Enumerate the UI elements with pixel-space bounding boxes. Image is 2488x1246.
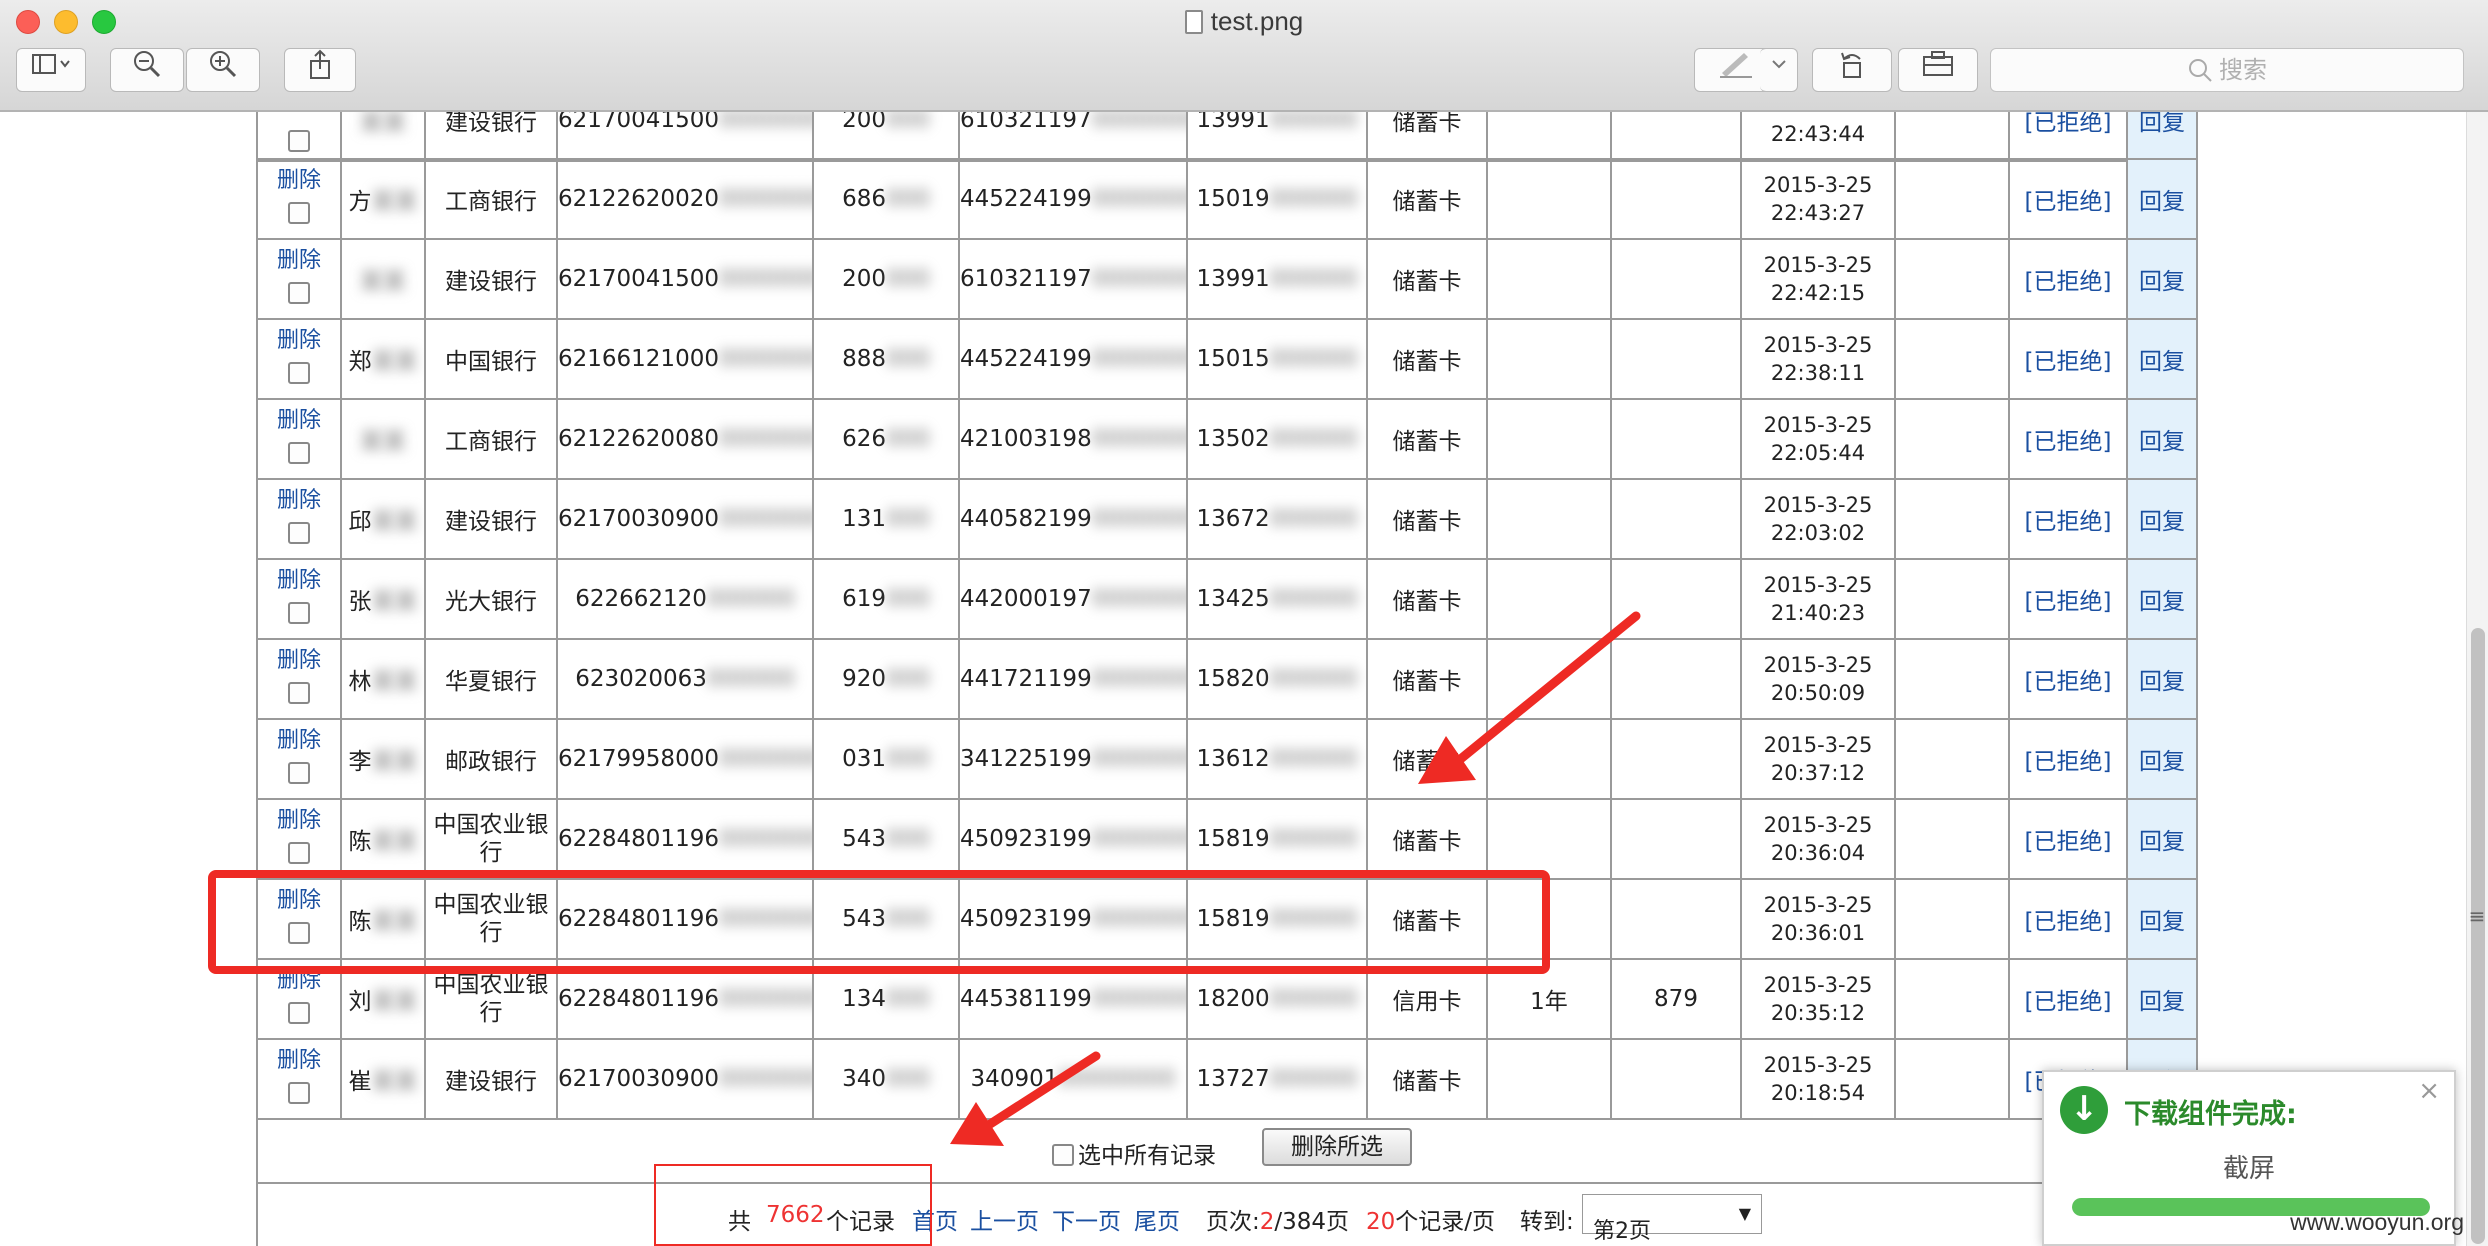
window-title: test.png: [0, 6, 2488, 37]
sidebar-toggle-button[interactable]: [16, 48, 86, 92]
zoom-out-icon: [134, 51, 161, 78]
rotate-icon: [1841, 52, 1861, 78]
share-icon: [310, 49, 330, 79]
arrow-to-total: [979, 1051, 1101, 1133]
png-file-icon: [1184, 10, 1203, 34]
markup-menu-button[interactable]: [1760, 48, 1798, 92]
toolbox-button[interactable]: [1898, 48, 1978, 92]
zoom-out-button[interactable]: [110, 48, 184, 92]
zoom-in-button[interactable]: [186, 48, 260, 92]
search-icon: [2189, 59, 2212, 82]
arrow-to-card-type: [1447, 611, 1641, 771]
window-titlebar: test.png 搜索: [0, 0, 2488, 112]
toolbox-icon: [1923, 51, 1953, 76]
zoom-in-icon: [210, 51, 237, 78]
rotate-button[interactable]: [1812, 48, 1892, 92]
markup-pen-icon: [1720, 53, 1752, 78]
notification-close-button[interactable]: ×: [2418, 1076, 2440, 1106]
download-done-icon: ↓: [2060, 1086, 2108, 1134]
arrowhead-card-type: [1418, 736, 1476, 784]
watermark: www.wooyun.org: [2290, 1209, 2464, 1235]
sidebar-icon: [32, 54, 70, 74]
chevron-down-icon: [1771, 60, 1786, 69]
vertical-scrollbar[interactable]: [2466, 112, 2488, 1246]
share-button[interactable]: [284, 48, 356, 92]
scroll-grip-icon: ≡: [2468, 904, 2486, 928]
search-field[interactable]: 搜索: [1990, 48, 2464, 92]
scrollbar-thumb[interactable]: [2471, 628, 2485, 1244]
